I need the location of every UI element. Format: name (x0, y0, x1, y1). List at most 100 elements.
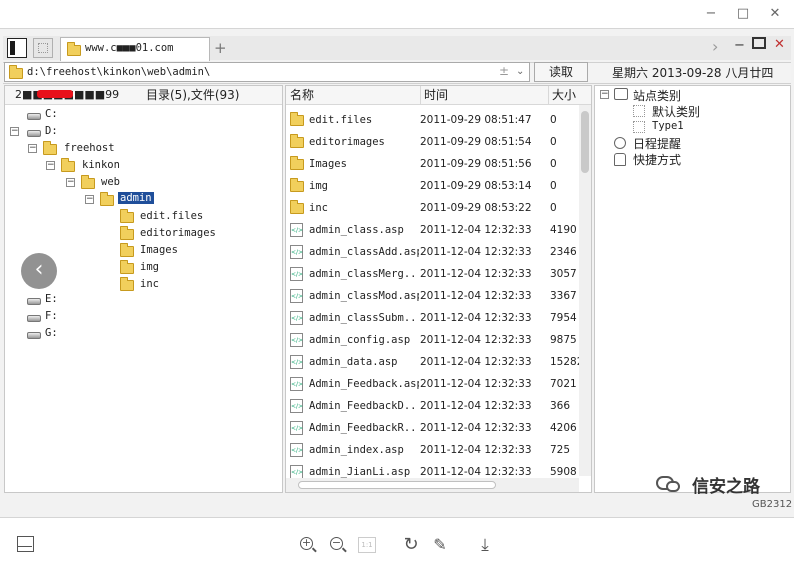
file-row[interactable]: Admin_FeedbackR...2011-12-04 12:32:33420… (286, 417, 581, 439)
file-row[interactable]: admin_classMerg...2011-12-04 12:32:33305… (286, 263, 581, 285)
new-tab-button[interactable]: + (214, 39, 227, 57)
folder-icon (290, 112, 304, 126)
wechat-icon (656, 474, 684, 494)
column-header-name[interactable]: 名称 (290, 86, 314, 104)
column-header-size[interactable]: 大小 (548, 86, 576, 104)
file-row[interactable]: admin_classMod.asp2011-12-04 12:32:33336… (286, 285, 581, 307)
chevron-left-icon[interactable]: ‹ (21, 253, 57, 289)
tree-folder-admin-selected[interactable]: admin (118, 192, 154, 204)
tree-folder-inc[interactable]: inc (140, 278, 159, 290)
file-row[interactable]: Images 2011-09-29 08:51:56 0 (286, 153, 581, 175)
tree-schedule[interactable]: 日程提醒 (633, 135, 681, 152)
file-row[interactable]: editorimages 2011-09-29 08:51:54 0 (286, 131, 581, 153)
tree-folder-img[interactable]: img (140, 261, 159, 273)
file-row[interactable]: admin_classSubm...2011-12-04 12:32:33795… (286, 307, 581, 329)
file-row[interactable]: admin_index.asp2011-12-04 12:32:33725 (286, 439, 581, 461)
asp-file-icon (290, 399, 303, 413)
file-row[interactable]: inc 2011-09-29 08:53:22 0 (286, 197, 581, 219)
bottom-toolbar (0, 517, 794, 578)
tree-folder-editorimages[interactable]: editorimages (140, 227, 216, 239)
file-time: 2011-12-04 12:32:33 (420, 356, 532, 368)
folder-icon (290, 134, 304, 148)
tree-folder-images[interactable]: Images (140, 244, 178, 256)
asp-file-icon (290, 465, 303, 479)
date-display: 星期六 2013-09-28 八月廿四 (612, 66, 774, 80)
file-time: 2011-12-04 12:32:33 (420, 422, 532, 434)
folder-icon (120, 260, 134, 274)
tree-default-category[interactable]: 默认类别 (652, 103, 700, 120)
file-row[interactable]: img 2011-09-29 08:53:14 0 (286, 175, 581, 197)
tree-drive-c[interactable]: C: (45, 108, 58, 120)
tab-placeholder-icon[interactable] (33, 38, 53, 58)
tree-drive-f[interactable]: F: (45, 310, 58, 322)
directory-tree-pane: 2■■■■■■■■99 目录(5),文件(93) C: − D: − freeh… (4, 85, 283, 493)
tree-folder-kinkon[interactable]: kinkon (82, 159, 120, 171)
zoom-in-icon[interactable]: + (298, 535, 318, 555)
edit-pencil-icon[interactable]: ✎ (430, 535, 450, 555)
file-row[interactable]: admin_class.asp2011-12-04 12:32:334190 (286, 219, 581, 241)
tree-drive-g[interactable]: G: (45, 327, 58, 339)
collapse-icon[interactable]: − (66, 178, 75, 187)
asp-file-icon (290, 289, 303, 303)
minimize-window-button[interactable]: − (700, 4, 722, 24)
asp-file-icon (290, 245, 303, 259)
chevron-right-icon[interactable]: › (712, 37, 718, 56)
plus-minus-icon[interactable]: ± (499, 64, 509, 78)
file-row[interactable]: edit.files 2011-09-29 08:51:47 0 (286, 109, 581, 131)
folder-icon (120, 226, 134, 240)
download-icon[interactable]: ⤓ (475, 535, 495, 555)
panel-close-button[interactable]: ✕ (774, 37, 785, 52)
path-input[interactable]: d:\freehost\kinkon\web\admin\ ± ⌄ (4, 62, 530, 82)
tree-drive-d[interactable]: D: (45, 125, 58, 137)
folder-icon (120, 277, 134, 291)
tree-type1[interactable]: Type1 (652, 120, 684, 132)
file-time: 2011-09-29 08:51:47 (420, 114, 532, 126)
tree-folder-edit-files[interactable]: edit.files (140, 210, 203, 222)
tree-folder-web[interactable]: web (101, 176, 120, 188)
folder-icon (120, 209, 134, 223)
close-window-button[interactable]: ✕ (764, 4, 786, 24)
horizontal-scrollbar[interactable] (286, 478, 579, 492)
tree-shortcut[interactable]: 快捷方式 (633, 151, 681, 168)
drive-icon (27, 130, 41, 137)
file-row[interactable]: Admin_FeedbackD...2011-12-04 12:32:33366 (286, 395, 581, 417)
collapse-icon[interactable]: − (46, 161, 55, 170)
tree-folder-freehost[interactable]: freehost (64, 142, 115, 154)
file-row[interactable]: Admin_Feedback.asp2011-12-04 12:32:33702… (286, 373, 581, 395)
rotate-icon[interactable]: ↻ (401, 535, 421, 555)
file-name: edit.files (309, 114, 373, 126)
asp-file-icon (290, 421, 303, 435)
collapse-icon[interactable]: − (600, 90, 609, 99)
encoding-label: GB2312 (752, 499, 793, 510)
drive-icon (27, 298, 41, 305)
sidebar-toggle-icon[interactable] (7, 38, 27, 58)
file-row[interactable]: admin_data.asp2011-12-04 12:32:3315282 (286, 351, 583, 373)
vertical-scrollbar[interactable] (579, 105, 591, 476)
collapse-icon[interactable]: − (28, 144, 37, 153)
actual-size-button[interactable]: 1:1 (358, 537, 376, 553)
collapse-icon[interactable]: − (10, 127, 19, 136)
tree-drive-e[interactable]: E: (45, 293, 58, 305)
read-button[interactable]: 读取 (534, 62, 588, 82)
maximize-window-button[interactable]: □ (732, 4, 754, 24)
tree-site-category[interactable]: 站点类别 (633, 87, 681, 104)
panel-minimize-button[interactable]: − (734, 38, 745, 53)
horizontal-scroll-thumb[interactable] (298, 481, 496, 489)
file-row[interactable]: admin_classAdd.asp2011-12-04 12:32:33234… (286, 241, 581, 263)
file-name: img (309, 180, 328, 192)
panel-maximize-button[interactable] (752, 37, 766, 49)
chevron-down-icon[interactable]: ⌄ (516, 66, 524, 77)
zoom-out-icon[interactable]: − (328, 535, 348, 555)
asp-file-icon (290, 377, 303, 391)
asp-file-icon (290, 333, 303, 347)
vertical-scroll-thumb[interactable] (581, 111, 589, 173)
collapse-icon[interactable]: − (85, 195, 94, 204)
file-time: 2011-09-29 08:53:22 (420, 202, 532, 214)
file-time: 2011-12-04 12:32:33 (420, 224, 532, 236)
file-row[interactable]: admin_config.asp2011-12-04 12:32:339875 (286, 329, 581, 351)
layout-icon[interactable] (17, 536, 34, 552)
tab-active[interactable]: www.c■■■01.com (60, 37, 210, 61)
column-header-time[interactable]: 时间 (420, 86, 448, 104)
file-list-pane: 名称 时间 大小 edit.files 2011-09-29 08:51:47 0 e… (285, 85, 592, 493)
folder-icon (81, 175, 95, 189)
